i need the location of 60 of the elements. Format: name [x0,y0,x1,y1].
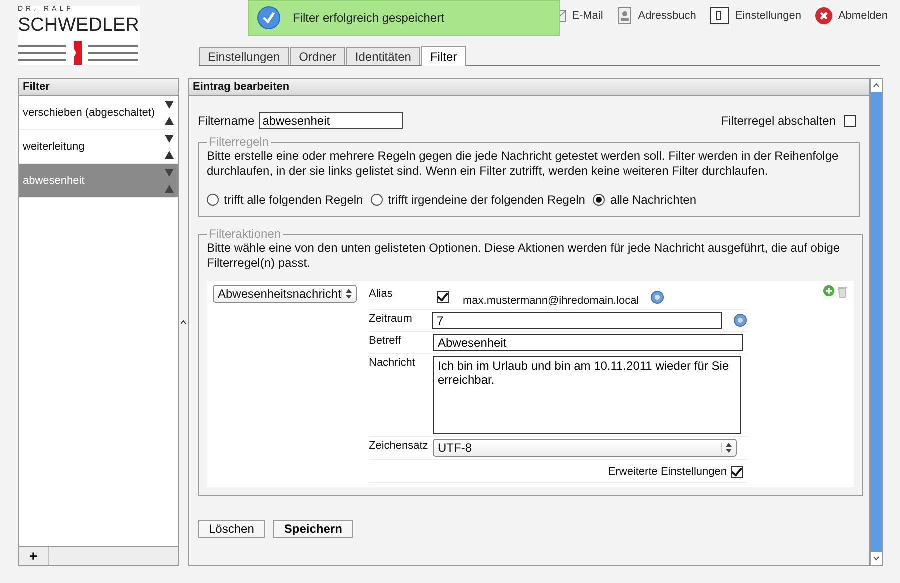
move-down-icon[interactable] [165,100,174,108]
notification-text: Filter erfolgreich gespeichert [293,11,444,25]
filter-name: verschieben (abgeschaltet) [23,106,156,118]
help-icon[interactable] [651,290,664,304]
action-select[interactable]: Abwesenheitsnachricht [213,285,357,303]
scroll-down-icon[interactable] [871,552,882,565]
field-label: Zeichensatz [369,439,430,454]
filter-name: weiterleitung [23,140,85,152]
tab[interactable]: Identitäten [346,47,420,65]
radio-button[interactable] [593,194,606,206]
alias-address: max.mustermann@ihredomain.local [463,295,640,307]
action-button[interactable]: Löschen [198,520,266,538]
alias-checkbox[interactable] [437,291,449,303]
book-icon [617,7,634,25]
filter-list-item[interactable]: verschieben (abgeschaltet) [19,96,178,130]
updown-arrows-icon [341,289,352,299]
tab[interactable]: Einstellungen [199,47,290,65]
field-label: Zeitraum [369,312,414,327]
tab[interactable]: Ordner [290,47,346,65]
field-label: Nachricht [369,356,416,371]
radio-option[interactable]: alle Nachrichten [593,193,697,207]
close-icon [815,7,834,25]
nav-link[interactable]: Einstellungen [710,7,802,25]
action-button[interactable]: Speichern [273,520,354,538]
radio-button[interactable] [371,194,384,206]
radio-label: alle Nachrichten [610,193,697,207]
scrollbar[interactable] [870,78,883,566]
tab[interactable]: Filter [421,46,466,66]
field-label: Erweiterte Einstellungen [608,466,727,478]
radio-button[interactable] [207,194,219,206]
group-legend: Filteraktionen [207,227,284,241]
field-label: Alias [369,287,394,302]
nav-link[interactable]: Abmelden [815,7,888,25]
move-up-icon[interactable] [165,116,174,124]
advanced-checkbox[interactable] [731,466,743,478]
panel-icon [710,7,730,25]
field-label: Betreff [369,334,402,349]
group-legend: Filterregeln [207,135,272,149]
nav-link[interactable]: Adressbuch [617,7,696,25]
panel-title: Filter [19,79,178,96]
charset-select[interactable]: UTF-8 [433,439,737,457]
field-label: Filterregel abschalten [721,114,836,128]
scroll-up-icon[interactable] [871,79,882,92]
help-icon[interactable] [734,314,747,327]
panel-title: Eintrag bearbeiten [189,79,869,96]
add-icon[interactable] [823,285,835,297]
disable-checkbox[interactable] [844,114,856,126]
text-field[interactable]: Abwesenheit [433,334,743,351]
description-text: Bitte erstelle eine oder mehrere Regeln gegen die jede Nachricht getestet werden soll. Filter werden in der Reihenfolge durchlaufen, in der sie links gelistet sind. Wenn ein Filter zutrifft, werden keine weiteren Filter durchlaufen. [207,149,840,179]
collapse-caret-icon[interactable] [181,320,186,324]
field-label: Filtername [198,114,255,128]
filter-name: abwesenheit [23,174,85,186]
move-down-icon[interactable] [165,134,174,142]
move-up-icon[interactable] [165,150,174,158]
description-text: Bitte wähle eine von den unten gelisteten Optionen. Diese Aktionen werden für jede Nachricht ausgeführt, die auf obige Filterregel(n) passt. [207,241,842,271]
text-field[interactable]: 7 [432,312,722,329]
check-icon [257,6,281,30]
filter-name-field[interactable]: abwesenheit [258,112,403,129]
message-field[interactable]: Ich bin im Urlaub und bin am 10.11.2011 wieder für Sie erreichbar. [433,356,741,434]
updown-arrows-icon [721,443,732,453]
